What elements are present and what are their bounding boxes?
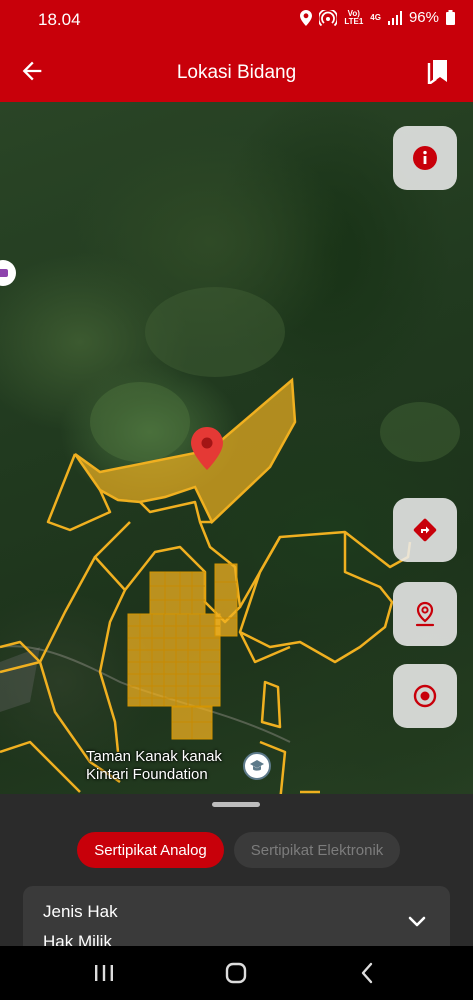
page-title: Lokasi Bidang — [176, 62, 297, 83]
status-bar: 18.04 Vo) LTE1 4G 96% — [0, 0, 473, 40]
location-pin-icon — [415, 601, 435, 627]
tab-sertipikat-analog[interactable]: Sertipikat Analog — [77, 832, 224, 868]
parcel-grid — [127, 563, 238, 740]
school-marker-icon[interactable] — [243, 752, 271, 780]
chevron-down-icon — [408, 916, 426, 927]
sheet-drag-handle[interactable] — [212, 802, 260, 807]
status-time: 18.04 — [38, 10, 81, 29]
info-icon — [413, 146, 437, 170]
directions-button[interactable] — [393, 498, 457, 562]
parcel-location-button[interactable] — [393, 582, 457, 646]
target-icon — [413, 684, 437, 708]
status-icons: Vo) LTE1 4G 96% — [300, 9, 455, 26]
battery-percent: 96% — [408, 9, 439, 26]
back-nav-icon[interactable] — [356, 962, 380, 984]
network-type-indicator: Vo) LTE1 — [344, 8, 364, 26]
map-place-label: Taman Kanak kanak Kintari Foundation — [86, 748, 222, 783]
battery-icon — [446, 10, 455, 25]
location-status-icon — [300, 9, 313, 26]
app-bar: Lokasi Bidang — [0, 40, 473, 102]
satellite-map[interactable]: Taman Kanak kanak Kintari Foundation — [0, 102, 473, 802]
hotspot-status-icon — [319, 9, 338, 26]
info-button[interactable] — [393, 126, 457, 190]
bookmarks-icon[interactable] — [427, 60, 449, 84]
bottom-sheet: Sertipikat Analog Sertipikat Elektronik … — [0, 794, 473, 956]
home-icon[interactable] — [224, 962, 248, 984]
recent-apps-icon[interactable] — [92, 962, 116, 984]
tab-sertipikat-elektronik[interactable]: Sertipikat Elektronik — [234, 832, 400, 868]
network-gen-indicator: 4G — [370, 12, 381, 22]
signal-icon — [387, 10, 402, 25]
my-location-button[interactable] — [393, 664, 457, 728]
system-nav-bar — [0, 946, 473, 1000]
directions-icon — [413, 518, 437, 542]
field-label: Jenis Hak — [43, 902, 118, 921]
